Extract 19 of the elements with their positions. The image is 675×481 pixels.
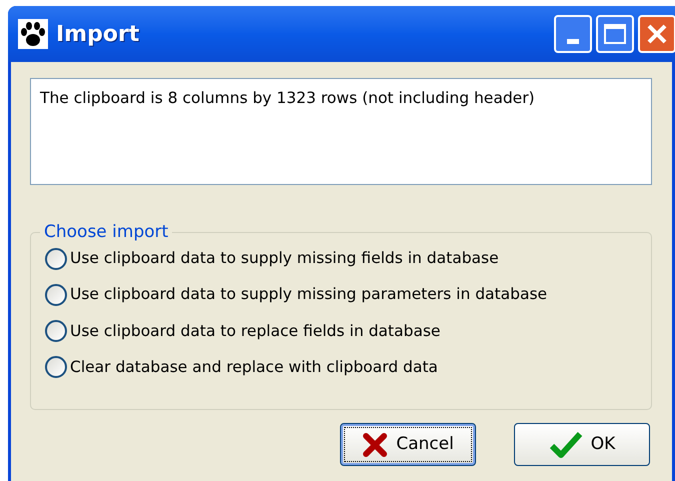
radio-button[interactable] — [45, 356, 67, 378]
checkmark-icon — [548, 430, 583, 458]
ok-button[interactable]: OK — [514, 423, 650, 466]
cancel-button[interactable]: Cancel — [340, 423, 476, 466]
option-label[interactable]: Use clipboard data to supply missing parameters in database — [70, 283, 548, 306]
window-title: Import — [56, 20, 140, 48]
option-label[interactable]: Use clipboard data to supply missing fields in database — [70, 247, 499, 270]
message-box: The clipboard is 8 columns by 1323 rows (not including header) — [30, 78, 652, 185]
minimize-button[interactable] — [554, 15, 592, 53]
close-button[interactable] — [638, 15, 675, 53]
option-label[interactable]: Use clipboard data to replace fields in database — [70, 320, 440, 343]
option-label[interactable]: Clear database and replace with clipboard data — [70, 356, 438, 379]
paw-icon — [18, 19, 48, 49]
radio-button[interactable] — [45, 248, 67, 270]
radio-button[interactable] — [45, 320, 67, 342]
cross-icon — [362, 432, 388, 458]
maximize-button[interactable] — [596, 15, 634, 53]
close-icon — [646, 23, 668, 45]
radio-button[interactable] — [45, 284, 67, 306]
